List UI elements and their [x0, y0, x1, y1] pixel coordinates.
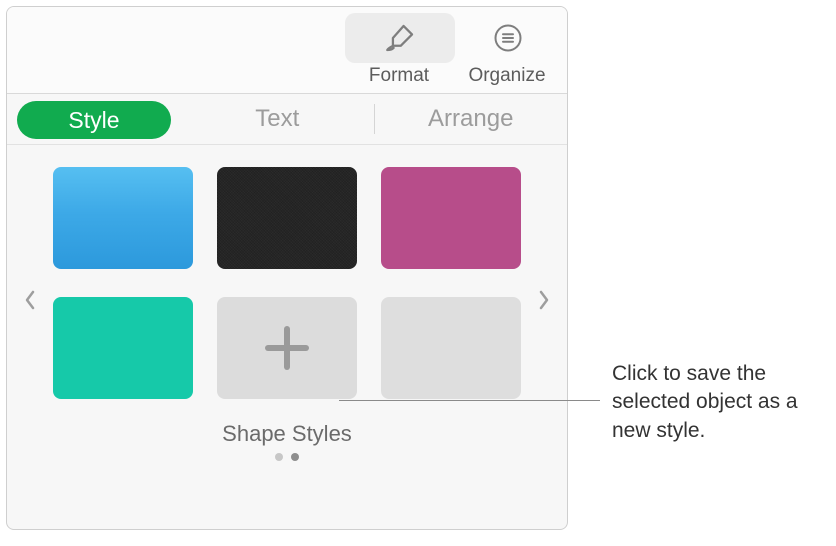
- toolbar-item-format[interactable]: Format: [345, 13, 453, 87]
- tab-style[interactable]: Style: [7, 94, 181, 144]
- shape-styles-grid: [53, 167, 521, 399]
- brush-icon: [383, 21, 417, 55]
- tab-text-label: Text: [255, 105, 299, 133]
- organize-button[interactable]: [453, 13, 563, 63]
- organize-label: Organize: [453, 65, 561, 87]
- page-dot-1[interactable]: [275, 453, 283, 461]
- style-swatch-pink[interactable]: [381, 167, 521, 269]
- callout-text: Click to save the selected object as a n…: [612, 360, 826, 445]
- chevron-left-icon: [23, 288, 37, 312]
- panel-toolbar: Format Organize: [7, 7, 567, 94]
- toolbar-item-organize[interactable]: Organize: [453, 13, 561, 87]
- shape-styles-caption: Shape Styles: [53, 421, 521, 447]
- tab-arrange-label: Arrange: [428, 105, 513, 133]
- plus-icon: [265, 326, 309, 370]
- list-icon: [493, 23, 523, 53]
- add-style-button[interactable]: [217, 297, 357, 399]
- page-dots[interactable]: [53, 453, 521, 461]
- inspector-tabs: Style Text Arrange: [7, 94, 567, 145]
- style-swatch-gray[interactable]: [217, 167, 357, 269]
- tab-arrange[interactable]: Arrange: [375, 94, 568, 144]
- style-swatch-empty[interactable]: [381, 297, 521, 399]
- chevron-right-icon: [537, 288, 551, 312]
- next-page-button[interactable]: [527, 278, 561, 328]
- tab-text[interactable]: Text: [181, 94, 374, 144]
- tab-style-pill: Style: [17, 101, 171, 139]
- format-label: Format: [345, 65, 453, 87]
- format-button[interactable]: [345, 13, 455, 63]
- page-dot-2[interactable]: [291, 453, 299, 461]
- callout-leader-line: [339, 400, 600, 401]
- style-swatch-blue[interactable]: [53, 167, 193, 269]
- styles-panel: Shape Styles: [7, 145, 567, 461]
- prev-page-button[interactable]: [13, 278, 47, 328]
- format-panel: Format Organize Style Text: [6, 6, 568, 530]
- style-swatch-teal[interactable]: [53, 297, 193, 399]
